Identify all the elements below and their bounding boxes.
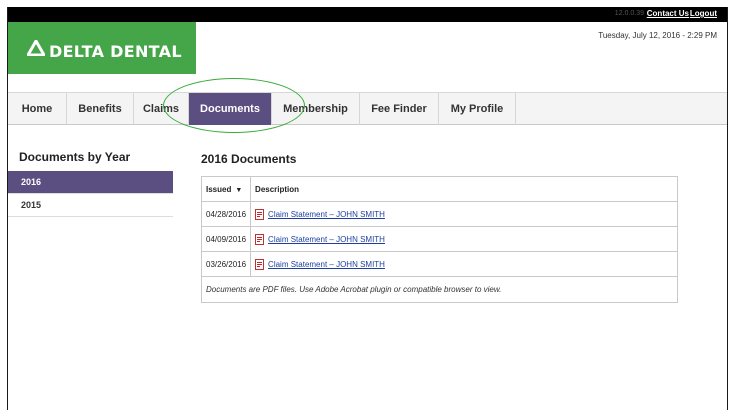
top-utility-bar: 12.0.0.39 Contact Us Logout	[8, 7, 727, 22]
issued-date: 04/09/2016	[200, 226, 252, 252]
sidebar: Documents by Year 2016 2015	[8, 147, 173, 217]
description-cell: Claim Statement – JOHN SMITH	[250, 226, 678, 252]
sidebar-item-2015[interactable]: 2015	[8, 194, 173, 217]
tab-membership[interactable]: Membership	[272, 93, 360, 125]
documents-table: Issued ▼ Description 04/28/2016 Claim Sta…	[200, 176, 678, 303]
tab-documents[interactable]: Documents	[189, 93, 272, 125]
logout-link[interactable]: Logout	[690, 9, 717, 18]
pdf-note: Documents are PDF files. Use Adobe Acrob…	[201, 276, 678, 303]
claim-statement-link[interactable]: Claim Statement – JOHN SMITH	[268, 235, 385, 244]
issued-date: 03/26/2016	[200, 251, 252, 277]
main-nav: Home Benefits Claims Documents Membershi…	[8, 92, 727, 125]
description-cell: Claim Statement – JOHN SMITH	[250, 251, 678, 277]
pdf-icon	[255, 233, 265, 245]
sidebar-title: Documents by Year	[19, 150, 131, 164]
column-issued-header[interactable]: Issued ▼	[200, 176, 252, 202]
app-frame: 12.0.0.39 Contact Us Logout DELTA DENTAL…	[7, 7, 728, 410]
column-issued-label: Issued	[206, 184, 232, 194]
pdf-icon	[255, 258, 265, 270]
tab-benefits[interactable]: Benefits	[67, 93, 134, 125]
table-header-row: Issued ▼ Description	[200, 176, 678, 202]
pdf-icon	[255, 208, 265, 220]
version-text: 12.0.0.39	[614, 10, 644, 17]
current-datetime: Tuesday, July 12, 2016 - 2:29 PM	[598, 31, 717, 40]
table-note-row: Documents are PDF files. Use Adobe Acrob…	[201, 276, 678, 303]
table-row: 04/28/2016 Claim Statement – JOHN SMITH	[200, 201, 678, 227]
tab-my-profile[interactable]: My Profile	[439, 93, 516, 125]
sort-down-icon[interactable]: ▼	[235, 187, 242, 194]
issued-date: 04/28/2016	[200, 201, 252, 227]
tab-home[interactable]: Home	[8, 93, 67, 125]
column-description-header: Description	[250, 176, 678, 202]
delta-triangle-icon	[27, 40, 45, 56]
delta-dental-logo[interactable]: DELTA DENTAL	[8, 22, 196, 74]
contact-us-link[interactable]: Contact Us	[647, 9, 689, 18]
table-row: 03/26/2016 Claim Statement – JOHN SMITH	[200, 251, 678, 277]
page-title: 2016 Documents	[201, 152, 297, 166]
tab-fee-finder[interactable]: Fee Finder	[360, 93, 439, 125]
claim-statement-link[interactable]: Claim Statement – JOHN SMITH	[268, 260, 385, 269]
logo-text: DELTA DENTAL	[49, 42, 182, 61]
table-row: 04/09/2016 Claim Statement – JOHN SMITH	[200, 226, 678, 252]
documents-panel: 2016 Documents Issued ▼ Description 04/28…	[200, 149, 678, 303]
tab-claims[interactable]: Claims	[134, 93, 189, 125]
claim-statement-link[interactable]: Claim Statement – JOHN SMITH	[268, 210, 385, 219]
sidebar-item-2016[interactable]: 2016	[8, 171, 173, 194]
header: DELTA DENTAL Tuesday, July 12, 2016 - 2:…	[8, 22, 727, 92]
description-cell: Claim Statement – JOHN SMITH	[250, 201, 678, 227]
